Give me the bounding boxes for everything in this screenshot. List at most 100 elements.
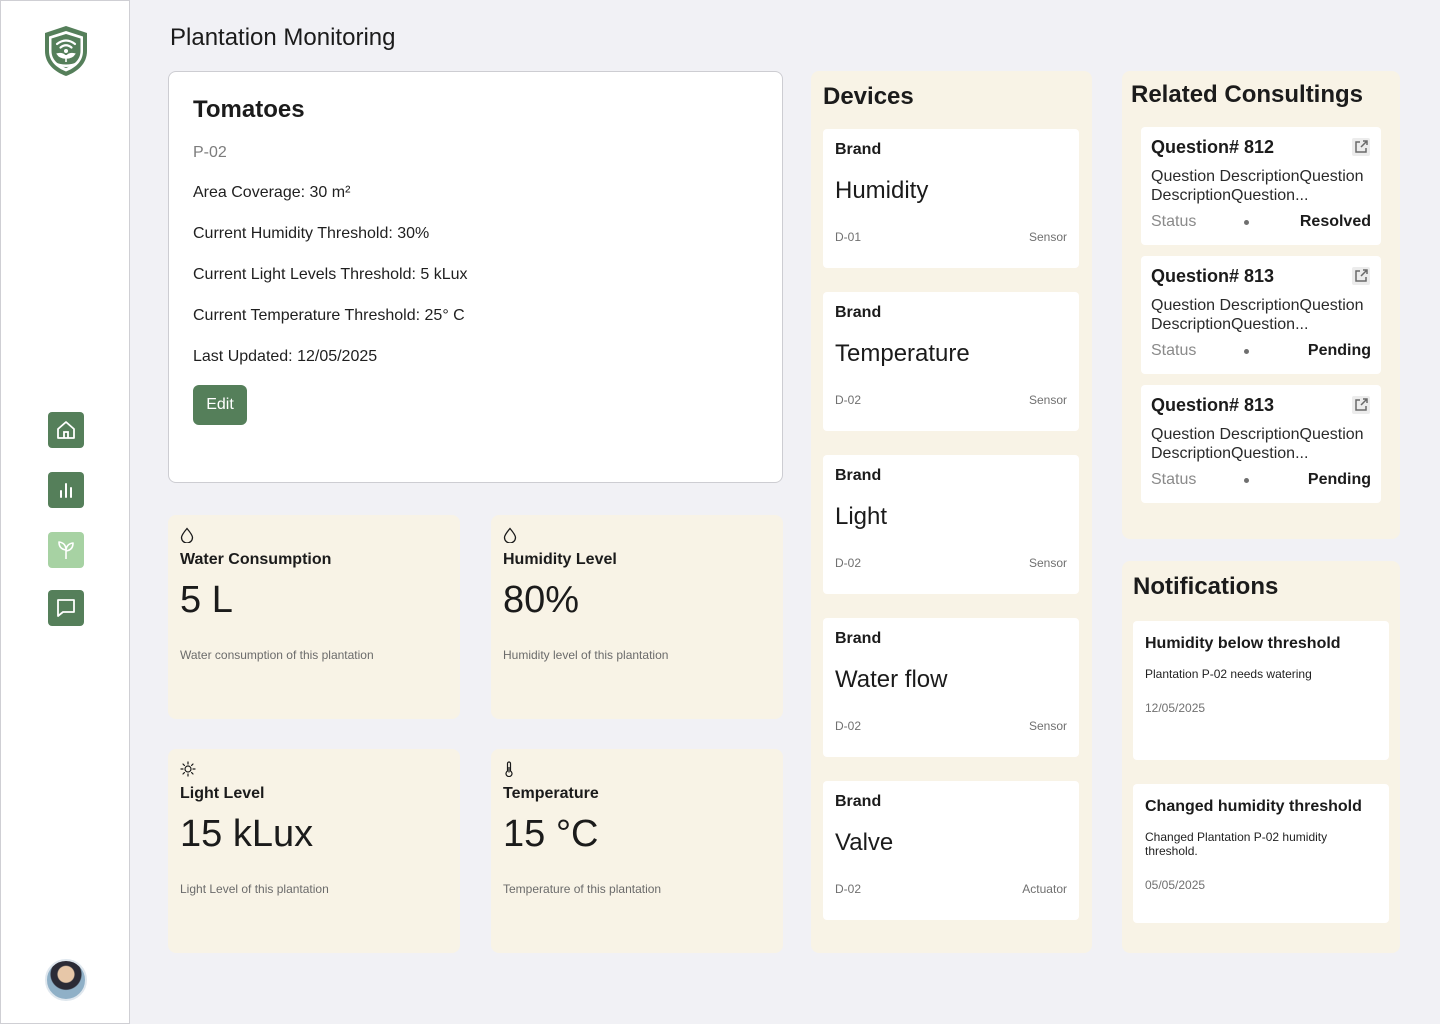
chat-icon xyxy=(57,599,75,617)
question-status-row: Status Pending xyxy=(1151,342,1371,360)
metric-card-water: Water Consumption 5 L Water consumption … xyxy=(168,515,460,719)
status-label: Status xyxy=(1151,471,1197,488)
question-description-line: DescriptionQuestion... xyxy=(1151,187,1309,204)
metric-card-temperature: Temperature 15 °C Temperature of this pl… xyxy=(491,749,783,953)
user-avatar[interactable] xyxy=(45,959,87,1001)
device-card[interactable]: Brand Temperature D-02 Sensor xyxy=(823,292,1079,431)
sidebar xyxy=(0,0,130,1024)
plant-wifi-shield-logo[interactable] xyxy=(43,25,89,77)
device-id: D-01 xyxy=(835,230,862,244)
question-card[interactable]: Question# 813 Question DescriptionQuesti… xyxy=(1141,385,1381,503)
nav-home-button[interactable] xyxy=(48,412,84,448)
question-description-line: DescriptionQuestion... xyxy=(1151,316,1309,333)
plantation-name: Tomatoes xyxy=(193,96,305,123)
device-id: D-02 xyxy=(835,556,862,570)
device-card[interactable]: Brand Humidity D-01 Sensor xyxy=(823,129,1079,268)
notification-item[interactable]: Changed humidity threshold Changed Plant… xyxy=(1133,784,1389,923)
sprout-icon xyxy=(58,541,74,559)
open-external-icon[interactable] xyxy=(1351,266,1371,286)
consultings-title: Related Consultings xyxy=(1131,81,1364,108)
notifications-title: Notifications xyxy=(1133,573,1279,600)
device-name: Valve xyxy=(835,829,894,856)
droplet-icon xyxy=(180,527,194,543)
metric-description: Water consumption of this plantation xyxy=(180,648,374,662)
notification-date: 12/05/2025 xyxy=(1145,701,1206,715)
metric-value: 15 kLux xyxy=(180,813,314,855)
device-card[interactable]: Brand Valve D-02 Actuator xyxy=(823,781,1079,920)
device-brand: Brand xyxy=(835,141,882,158)
question-description-line: DescriptionQuestion... xyxy=(1151,445,1309,462)
device-name: Humidity xyxy=(835,177,929,204)
question-description-line: Question DescriptionQuestion xyxy=(1151,168,1364,185)
device-type: Actuator xyxy=(1022,882,1067,896)
humidity-threshold: Current Humidity Threshold: 30% xyxy=(193,225,430,242)
device-id: D-02 xyxy=(835,719,862,733)
home-icon xyxy=(57,421,75,439)
device-id: D-02 xyxy=(835,393,862,407)
temperature-threshold: Current Temperature Threshold: 25° C xyxy=(193,307,465,324)
device-card[interactable]: Brand Light D-02 Sensor xyxy=(823,455,1079,594)
metric-label: Temperature xyxy=(503,785,599,802)
related-consultings-panel: Related Consultings Question# 812 Questi… xyxy=(1122,71,1400,539)
status-dot xyxy=(1244,348,1250,354)
device-type: Sensor xyxy=(1028,556,1067,570)
area-coverage: Area Coverage: 30 m² xyxy=(193,184,351,201)
device-brand: Brand xyxy=(835,793,882,810)
bar-chart-icon xyxy=(60,483,72,498)
devices-title: Devices xyxy=(823,83,914,110)
status-label: Status xyxy=(1151,342,1197,359)
device-brand: Brand xyxy=(835,467,882,484)
devices-panel: Devices Brand Humidity D-01 Sensor Brand… xyxy=(811,71,1092,953)
device-name: Temperature xyxy=(835,340,970,367)
question-description-line: Question DescriptionQuestion xyxy=(1151,297,1364,314)
notification-title: Changed humidity threshold xyxy=(1145,798,1362,815)
open-external-icon[interactable] xyxy=(1351,395,1371,415)
question-title: Question# 813 xyxy=(1151,395,1275,415)
question-description: Question DescriptionQuestion Description… xyxy=(1151,167,1371,205)
metric-card-humidity: Humidity Level 80% Humidity level of thi… xyxy=(491,515,783,719)
open-external-icon[interactable] xyxy=(1351,137,1371,157)
droplet-icon xyxy=(503,527,517,543)
metric-value: 80% xyxy=(503,579,580,621)
metric-label: Humidity Level xyxy=(503,551,617,568)
plantation-details-card: Tomatoes P-02 Area Coverage: 30 m² Curre… xyxy=(168,71,783,483)
thermometer-icon xyxy=(505,761,513,777)
question-title: Question# 812 xyxy=(1151,137,1275,157)
status-badge: Pending xyxy=(1307,471,1371,488)
nav-plantations-button[interactable] xyxy=(48,532,84,568)
question-status-row: Status Resolved xyxy=(1151,213,1371,231)
nav-analytics-button[interactable] xyxy=(48,472,84,508)
device-name: Light xyxy=(835,503,888,530)
question-card[interactable]: Question# 813 Question DescriptionQuesti… xyxy=(1141,256,1381,374)
notification-message: Plantation P-02 needs watering xyxy=(1145,667,1312,681)
edit-button[interactable]: Edit xyxy=(193,385,247,425)
device-type: Sensor xyxy=(1028,719,1067,733)
status-dot xyxy=(1244,219,1250,225)
device-brand: Brand xyxy=(835,304,882,321)
metric-description: Humidity level of this plantation xyxy=(503,648,669,662)
notification-item[interactable]: Humidity below threshold Plantation P-02… xyxy=(1133,621,1389,760)
metric-card-light: Light Level 15 kLux Light Level of this … xyxy=(168,749,460,953)
status-label: Status xyxy=(1151,213,1197,230)
device-card[interactable]: Brand Water flow D-02 Sensor xyxy=(823,618,1079,757)
device-id: D-02 xyxy=(835,882,862,896)
metric-value: 5 L xyxy=(180,579,233,621)
question-description-line: Question DescriptionQuestion xyxy=(1151,426,1364,443)
question-status-row: Status Pending xyxy=(1151,471,1371,489)
last-updated: Last Updated: 12/05/2025 xyxy=(193,348,378,365)
question-title: Question# 813 xyxy=(1151,266,1275,286)
plantation-id: P-02 xyxy=(193,144,227,161)
sun-icon xyxy=(180,761,196,777)
device-type: Sensor xyxy=(1028,230,1067,244)
metric-label: Light Level xyxy=(180,785,265,802)
question-description: Question DescriptionQuestion Description… xyxy=(1151,296,1371,334)
question-card[interactable]: Question# 812 Question DescriptionQuesti… xyxy=(1141,127,1381,245)
nav-messages-button[interactable] xyxy=(48,590,84,626)
light-threshold: Current Light Levels Threshold: 5 kLux xyxy=(193,266,468,283)
page-title: Plantation Monitoring xyxy=(170,24,396,51)
metric-label: Water Consumption xyxy=(180,551,332,568)
notification-title: Humidity below threshold xyxy=(1145,635,1341,652)
question-description: Question DescriptionQuestion Description… xyxy=(1151,425,1371,463)
notifications-panel: Notifications Humidity below threshold P… xyxy=(1122,561,1400,953)
status-badge: Pending xyxy=(1307,342,1371,359)
